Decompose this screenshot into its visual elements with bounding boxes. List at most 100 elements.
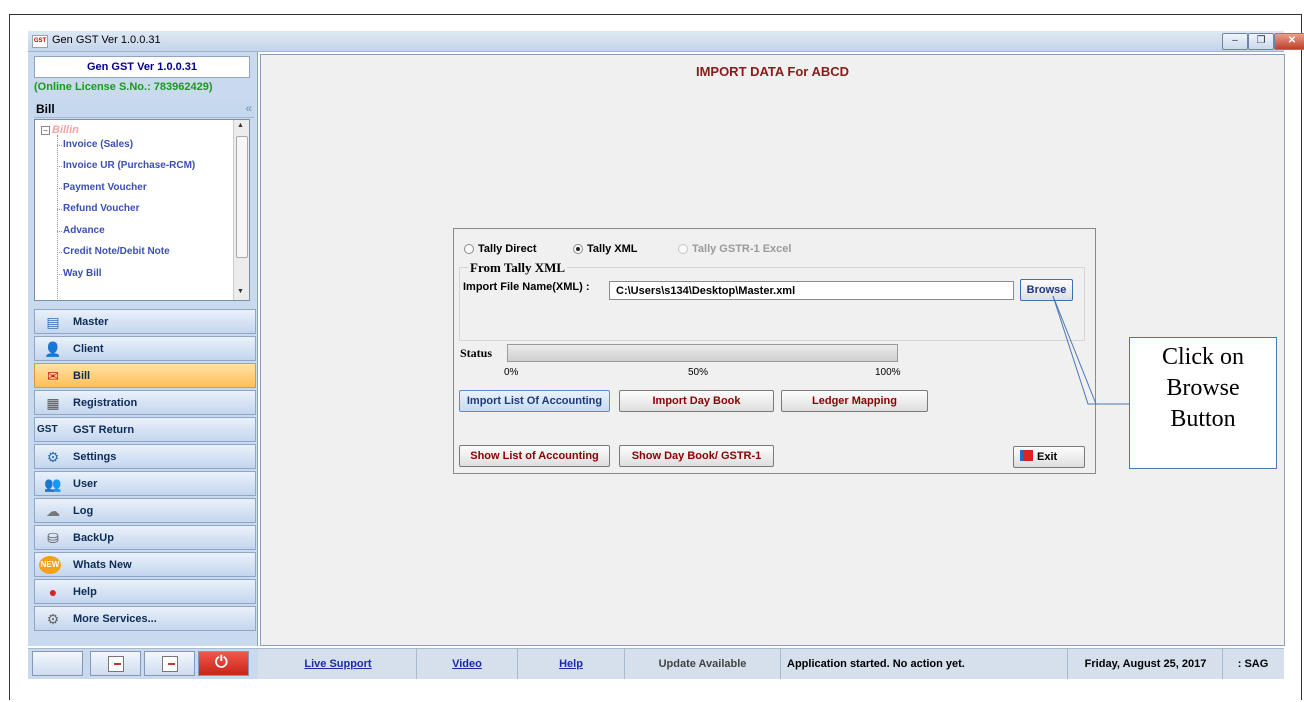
video-link[interactable]: Video: [452, 658, 482, 670]
exit-icon: [1020, 450, 1033, 461]
nav-label: User: [73, 478, 98, 490]
power-icon: ⏻: [215, 654, 228, 671]
tree-item-advance[interactable]: Advance: [57, 225, 105, 236]
tree-root-label: Billin: [52, 124, 79, 136]
import-list-of-accounting-button[interactable]: Import List Of Accounting: [459, 390, 610, 412]
nav-log[interactable]: ☁ Log: [34, 498, 256, 523]
nav-bill[interactable]: ✉ Bill: [34, 363, 256, 388]
radio-label: Tally GSTR-1 Excel: [692, 243, 792, 255]
tree-guide-line: [57, 135, 58, 300]
collapse-icon[interactable]: «: [245, 101, 252, 115]
backup-icon: ⛁: [47, 530, 59, 546]
nav-label: Client: [73, 343, 104, 355]
exit-label: Exit: [1037, 451, 1058, 463]
layout-alt-tool-button[interactable]: [144, 651, 195, 676]
progress-tick-50: 50%: [688, 367, 709, 378]
nav-user[interactable]: 👥 User: [34, 471, 256, 496]
power-button[interactable]: ⏻: [198, 651, 249, 676]
status-message: Application started. No action yet.: [781, 649, 1068, 679]
status-user: : SAG: [1237, 658, 1269, 670]
exit-button[interactable]: Exit: [1013, 446, 1085, 468]
close-icon[interactable]: ✕: [1274, 33, 1304, 50]
ledger-mapping-button[interactable]: Ledger Mapping: [781, 390, 928, 412]
sidebar-title: Gen GST Ver 1.0.0.31: [34, 56, 250, 78]
status-tools: ⏻: [28, 649, 258, 679]
scroll-thumb[interactable]: [236, 136, 248, 258]
blank-tool-button[interactable]: [32, 651, 83, 676]
gst-icon: GST: [37, 424, 58, 435]
tree-item-refund-voucher[interactable]: Refund Voucher: [56, 203, 139, 214]
radio-tally-xml[interactable]: Tally XML: [573, 243, 638, 255]
license-text: (Online License S.No.: 783962429): [34, 81, 213, 93]
window-titlebar: GST Gen GST Ver 1.0.0.31 – ❐ ✕: [28, 31, 1304, 52]
scroll-down-icon[interactable]: ▼: [237, 288, 244, 295]
nav-label: BackUp: [73, 532, 114, 544]
user-icon: 👥: [44, 476, 62, 492]
tree-scrollbar[interactable]: ▲ ▼: [233, 120, 249, 300]
callout-line-3: Button: [1170, 406, 1236, 432]
sb-video-cell: Video: [417, 649, 518, 679]
layout-icon: [108, 656, 124, 672]
client-icon: 👤: [44, 341, 62, 357]
progress-tick-100: 100%: [875, 367, 901, 378]
radio-label: Tally XML: [587, 243, 638, 255]
nav-label: Registration: [73, 397, 138, 409]
live-support-link[interactable]: Live Support: [304, 658, 371, 670]
services-icon: ⚙: [46, 611, 60, 627]
browse-button[interactable]: Browse: [1020, 279, 1073, 301]
nav-help[interactable]: ● Help: [34, 579, 256, 604]
bill-section-label: Bill: [36, 102, 55, 116]
sb-help-cell: Help: [518, 649, 625, 679]
restore-icon[interactable]: ❐: [1248, 33, 1274, 50]
file-name-label: Import File Name(XML) :: [463, 281, 590, 293]
show-list-of-accounting-button[interactable]: Show List of Accounting: [459, 445, 610, 467]
bill-tree: − Billin Invoice (Sales) Invoice UR (Purc…: [34, 119, 250, 301]
registration-icon: ▦: [46, 395, 60, 411]
nav-gst-return[interactable]: GST GST Return: [34, 417, 256, 442]
tree-item-invoice-sales[interactable]: Invoice (Sales): [56, 139, 133, 150]
status-date: Friday, August 25, 2017: [1069, 649, 1223, 679]
callout-line-2: Browse: [1166, 375, 1240, 401]
group-title: From Tally XML: [468, 260, 568, 276]
minimize-icon[interactable]: –: [1222, 33, 1248, 50]
nav-client[interactable]: 👤 Client: [34, 336, 256, 361]
radio-tally-gstr1-excel[interactable]: Tally GSTR-1 Excel: [678, 243, 791, 255]
nav-whats-new[interactable]: NEW Whats New: [34, 552, 256, 577]
radio-tally-direct[interactable]: Tally Direct: [464, 243, 537, 255]
bill-icon: ✉: [47, 368, 59, 384]
collapse-box-icon[interactable]: −: [41, 126, 50, 135]
log-icon: ☁: [46, 503, 60, 519]
nav-label: Help: [73, 586, 97, 598]
scroll-up-icon[interactable]: ▲: [237, 122, 244, 129]
nav-more-services[interactable]: ⚙ More Services...: [34, 606, 256, 631]
nav-label: More Services...: [73, 613, 157, 625]
nav-label: Log: [73, 505, 94, 517]
tally-xml-group: From Tally XML: [459, 260, 1085, 341]
nav-backup[interactable]: ⛁ BackUp: [34, 525, 256, 550]
import-day-book-button[interactable]: Import Day Book: [619, 390, 774, 412]
nav-registration[interactable]: ▦ Registration: [34, 390, 256, 415]
nav-label: Settings: [73, 451, 117, 463]
tree-item-invoice-ur[interactable]: Invoice UR (Purchase-RCM): [56, 160, 195, 171]
nav-settings[interactable]: ⚙ Settings: [34, 444, 256, 469]
sb-live-support-cell: Live Support: [260, 649, 417, 679]
tree-root[interactable]: − Billin: [41, 124, 79, 136]
file-path-input[interactable]: [609, 281, 1014, 300]
import-progress-bar: [507, 344, 898, 362]
tree-item-credit-note[interactable]: Credit Note/Debit Note: [57, 246, 170, 257]
master-icon: ▤: [46, 314, 60, 330]
annotation-callout: Click on Browse Button: [1129, 337, 1277, 469]
import-dialog: Tally Direct Tally XML Tally GSTR-1 Exce…: [453, 228, 1096, 474]
bill-section-header[interactable]: Bill «: [34, 101, 254, 118]
tree-item-way-bill[interactable]: Way Bill: [57, 268, 102, 279]
radio-off-icon: [464, 244, 474, 254]
tree-item-payment-voucher[interactable]: Payment Voucher: [57, 182, 147, 193]
nav-master[interactable]: ▤ Master: [34, 309, 256, 334]
layout-tool-button[interactable]: [90, 651, 141, 676]
show-day-book-button[interactable]: Show Day Book/ GSTR-1: [619, 445, 774, 467]
new-badge-icon: NEW: [39, 556, 61, 574]
status-label: Status: [460, 346, 493, 360]
status-bar: ⏻ Live Support Video Help Update Availab…: [28, 648, 1284, 679]
update-available[interactable]: Update Available: [625, 649, 781, 679]
help-link[interactable]: Help: [559, 658, 583, 670]
